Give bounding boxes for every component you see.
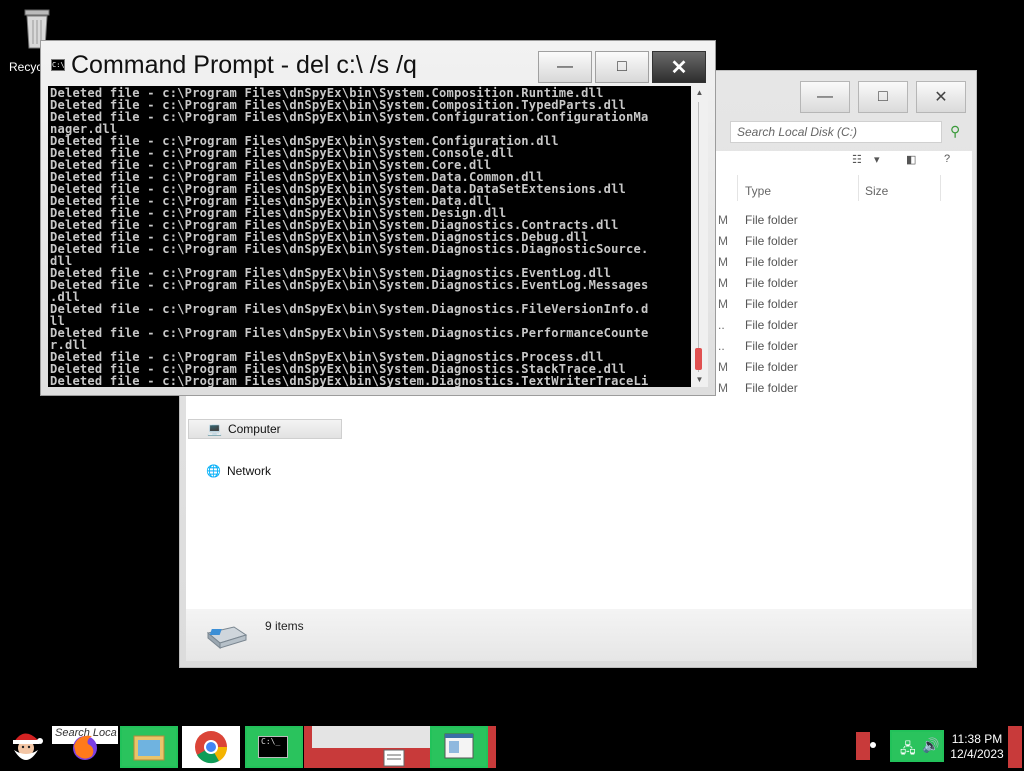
- row-type[interactable]: File folder: [745, 339, 798, 353]
- drive-icon: [206, 626, 248, 649]
- row-date: M: [718, 255, 728, 269]
- taskbar-firefox[interactable]: [66, 726, 104, 768]
- column-header-type[interactable]: Type: [745, 184, 771, 198]
- recycle-bin-label: Recyc: [9, 60, 43, 74]
- maximize-button[interactable]: □: [858, 81, 908, 113]
- close-icon: ✕: [934, 89, 948, 106]
- scroll-thumb[interactable]: [695, 348, 702, 370]
- item-count: 9 items: [265, 619, 304, 633]
- column-header-size[interactable]: Size: [865, 184, 888, 198]
- row-type[interactable]: File folder: [745, 318, 798, 332]
- taskbar-thumbnail: [312, 726, 446, 748]
- chevron-down-icon[interactable]: ▾: [874, 153, 880, 166]
- taskbar-app[interactable]: [430, 726, 488, 768]
- show-desktop-button[interactable]: [1008, 726, 1022, 768]
- help-icon[interactable]: ?: [944, 153, 950, 165]
- row-date: M: [718, 213, 728, 227]
- search-icon[interactable]: ⚲: [950, 123, 960, 140]
- tray-overflow-icon[interactable]: [870, 742, 876, 748]
- taskbar-file-explorer[interactable]: [120, 726, 178, 768]
- console-text: Deleted file - c:\Program Files\dnSpyEx\…: [50, 86, 649, 387]
- taskbar-strip: [488, 726, 496, 768]
- start-button[interactable]: [4, 726, 48, 768]
- column-separator: [737, 175, 738, 201]
- taskbar-command-prompt[interactable]: C:\_: [245, 726, 303, 768]
- row-date: ..: [718, 318, 725, 332]
- row-type[interactable]: File folder: [745, 381, 798, 395]
- nav-item-computer[interactable]: 💻 Computer: [188, 419, 342, 439]
- window-icon: [383, 749, 405, 767]
- clock-date: 12/4/2023: [950, 747, 1004, 761]
- taskbar-chrome[interactable]: [182, 726, 240, 768]
- taskbar-explorer-window[interactable]: [304, 726, 446, 768]
- minimize-icon: —: [557, 58, 573, 75]
- notification-marker: [856, 732, 870, 760]
- row-type[interactable]: File folder: [745, 297, 798, 311]
- document-window-icon: [444, 733, 474, 759]
- close-icon: ✕: [670, 56, 688, 79]
- cmd-icon: C:\_: [258, 736, 288, 758]
- minimize-button[interactable]: —: [800, 81, 850, 113]
- maximize-button[interactable]: □: [595, 51, 649, 83]
- scroll-track: [698, 102, 699, 372]
- row-type[interactable]: File folder: [745, 276, 798, 290]
- network-status-icon[interactable]: 🖧: [900, 738, 916, 762]
- close-button[interactable]: ✕: [652, 51, 706, 83]
- console-output[interactable]: Deleted file - c:\Program Files\dnSpyEx\…: [48, 86, 691, 387]
- firefox-icon: [73, 735, 97, 760]
- maximize-icon: □: [878, 88, 888, 105]
- scroll-down-icon[interactable]: ▼: [691, 373, 708, 387]
- row-date: M: [718, 360, 728, 374]
- row-date: ..: [718, 339, 725, 353]
- row-date: M: [718, 381, 728, 395]
- column-separator: [858, 175, 859, 201]
- computer-icon: 💻: [207, 422, 222, 436]
- window-title: Command Prompt - del c:\ /s /q: [71, 51, 417, 79]
- scroll-up-icon[interactable]: ▲: [691, 86, 708, 100]
- command-prompt-window[interactable]: C:\ Command Prompt - del c:\ /s /q — □ ✕…: [40, 40, 716, 396]
- row-date: M: [718, 297, 728, 311]
- minimize-icon: —: [817, 88, 833, 105]
- row-date: M: [718, 276, 728, 290]
- row-type[interactable]: File folder: [745, 360, 798, 374]
- nav-item-label: Computer: [227, 422, 281, 436]
- column-separator: [940, 175, 941, 201]
- santa-start-icon: [13, 733, 43, 760]
- row-type[interactable]: File folder: [745, 255, 798, 269]
- system-tray[interactable]: 🖧 🔊: [890, 730, 944, 762]
- nav-item-label: Network: [226, 464, 271, 478]
- chrome-icon: [195, 731, 228, 764]
- search-input[interactable]: Search Local Disk (C:): [730, 121, 942, 143]
- cmd-app-icon[interactable]: C:\: [51, 59, 65, 71]
- volume-icon[interactable]: 🔊: [922, 737, 939, 754]
- row-type[interactable]: File folder: [745, 234, 798, 248]
- clock-time: 11:38 PM: [951, 732, 1003, 746]
- maximize-icon: □: [617, 58, 627, 75]
- minimize-button[interactable]: —: [538, 51, 592, 83]
- view-options-icon[interactable]: ☷: [852, 153, 862, 166]
- folder-icon: [133, 735, 165, 761]
- network-icon: 🌐: [206, 464, 221, 478]
- taskbar: Search Loca C:\_ 🖧 🔊: [0, 724, 1024, 768]
- preview-pane-icon[interactable]: ◧: [906, 153, 916, 166]
- row-type[interactable]: File folder: [745, 213, 798, 227]
- nav-item-network[interactable]: 🌐 Network: [188, 461, 342, 481]
- close-button[interactable]: ✕: [916, 81, 966, 113]
- status-bar: 9 items: [186, 609, 972, 661]
- vertical-scrollbar[interactable]: ▲ ▼: [691, 86, 708, 387]
- row-date: M: [718, 234, 728, 248]
- clock[interactable]: 11:38 PM 12/4/2023: [944, 732, 1010, 762]
